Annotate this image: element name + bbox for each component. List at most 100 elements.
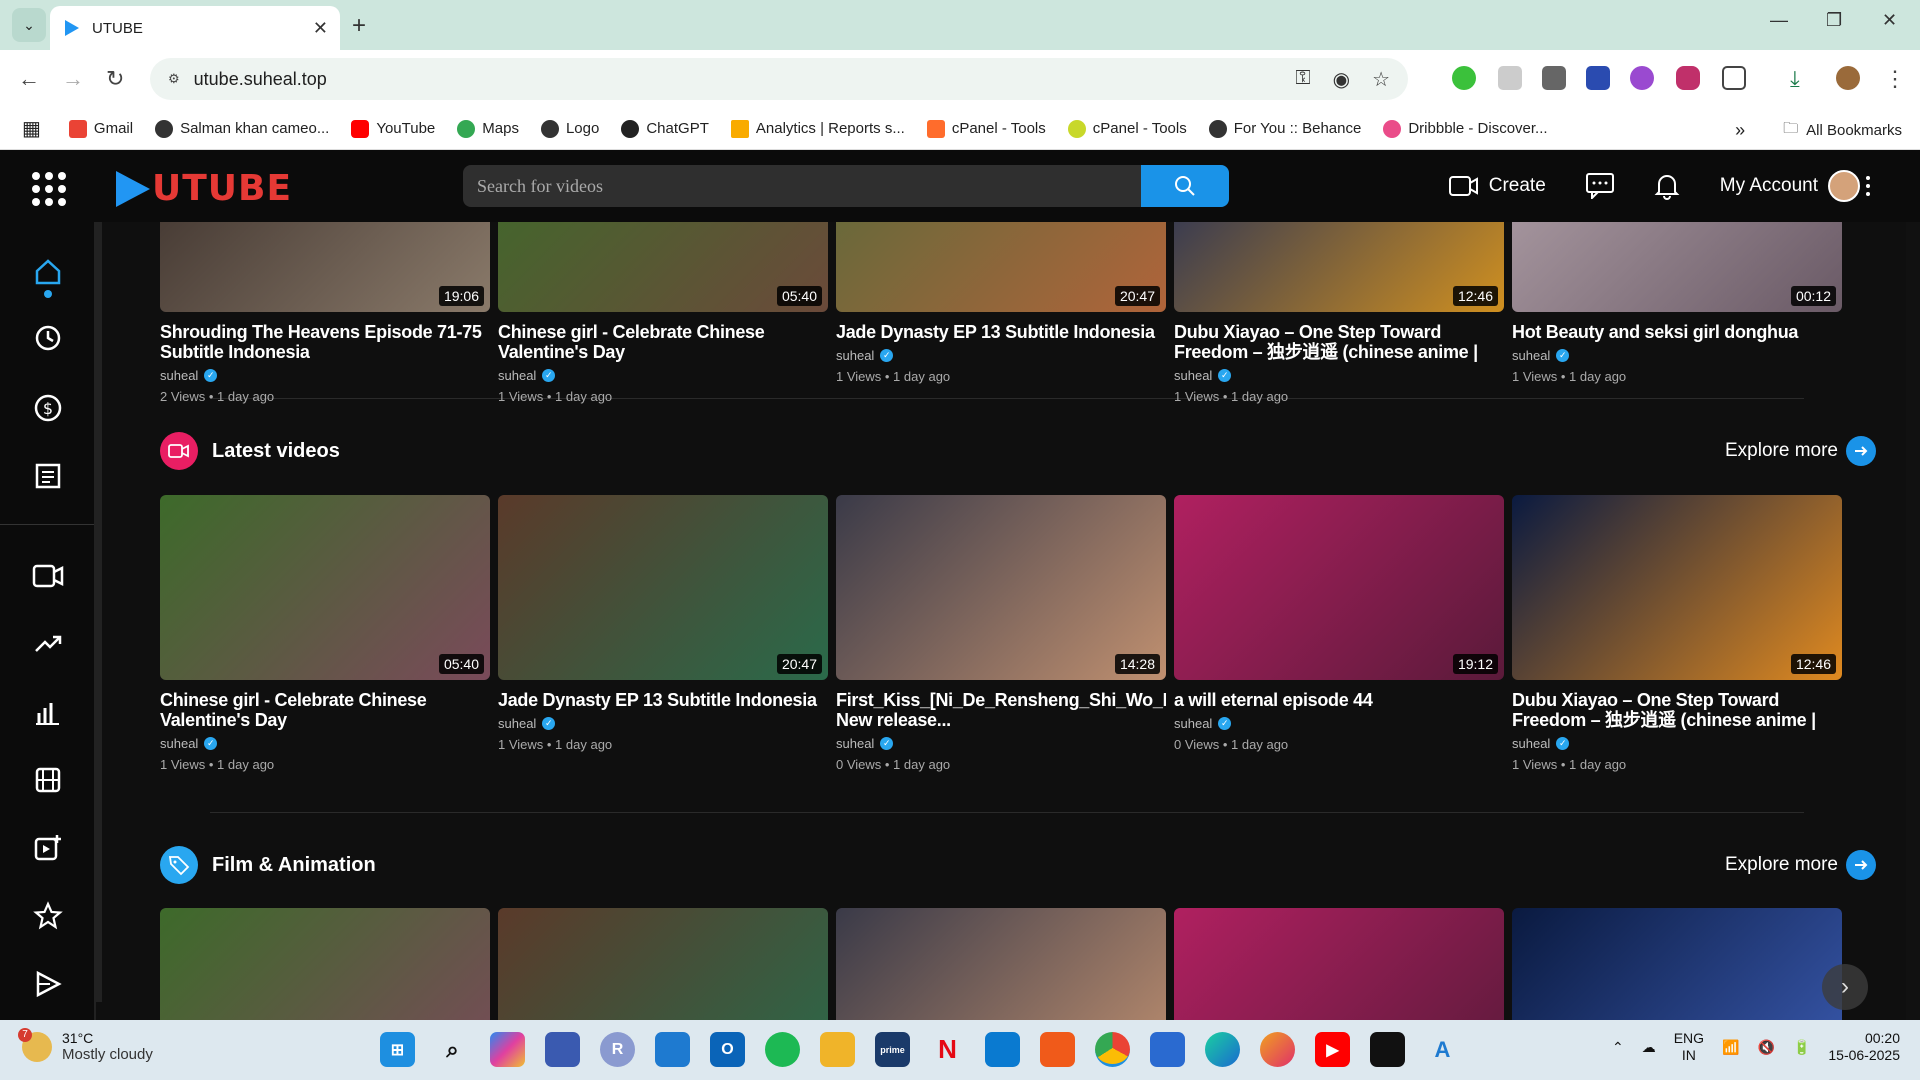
sidebar-item-playlist[interactable]: [28, 964, 68, 1004]
my-account-button[interactable]: My Account: [1720, 170, 1860, 202]
video-card[interactable]: 00:12 Hot Beauty and seksi girl donghua su…: [1512, 222, 1842, 384]
channel-name[interactable]: suheal ✓: [1512, 348, 1842, 363]
bookmark-dribbble[interactable]: Dribbble - Discover...: [1383, 119, 1548, 138]
extension-gray-icon[interactable]: [1498, 66, 1522, 90]
edge-icon[interactable]: [1205, 1032, 1240, 1067]
channel-name[interactable]: suheal ✓: [498, 716, 828, 731]
video-card[interactable]: 20:47 Jade Dynasty EP 13 Subtitle Indones…: [836, 222, 1166, 384]
sidebar-item-monetization[interactable]: $: [28, 388, 68, 428]
bookmark-analytics[interactable]: Analytics | Reports s...: [730, 119, 905, 138]
video-card[interactable]: [836, 908, 1166, 1020]
video-card[interactable]: 05:40 Chinese girl - Celebrate Chinese Va…: [160, 495, 490, 772]
video-title[interactable]: First_Kiss_[Ni_De_Rensheng_Shi_Wo_Lai_Ch…: [836, 690, 1166, 730]
sidebar-item-home[interactable]: [28, 252, 68, 292]
close-tab-icon[interactable]: ✕: [313, 18, 328, 39]
search-icon[interactable]: ⌕: [435, 1032, 470, 1067]
r-app-icon[interactable]: R: [600, 1032, 635, 1067]
reload-icon[interactable]: ↻: [106, 66, 124, 92]
firefox-icon[interactable]: [1260, 1032, 1295, 1067]
more-options-icon[interactable]: [1866, 176, 1870, 196]
youtube-app-icon[interactable]: ▶: [1315, 1032, 1350, 1067]
video-card[interactable]: 20:47 Jade Dynasty EP 13 Subtitle Indones…: [498, 495, 828, 752]
overflow-chevron-icon[interactable]: »: [1735, 120, 1745, 141]
video-card[interactable]: 14:28 First_Kiss_[Ni_De_Rensheng_Shi_Wo_L…: [836, 495, 1166, 772]
sidebar-item-history[interactable]: [28, 318, 68, 358]
video-thumbnail[interactable]: [160, 908, 490, 1020]
address-bar[interactable]: ⚙ utube.suheal.top ⚿ ◉ ☆: [150, 58, 1408, 100]
channel-name[interactable]: suheal ✓: [160, 368, 490, 383]
video-title[interactable]: Jade Dynasty EP 13 Subtitle Indonesia: [498, 690, 828, 710]
sidebar-item-videos[interactable]: [28, 556, 68, 596]
video-card[interactable]: [1174, 908, 1504, 1020]
extension-dark-icon[interactable]: [1542, 66, 1566, 90]
tray-chevron-icon[interactable]: ⌃: [1612, 1039, 1624, 1056]
search-button[interactable]: [1141, 165, 1229, 207]
video-thumbnail[interactable]: 19:06: [160, 222, 490, 312]
video-card[interactable]: [1512, 908, 1842, 1020]
video-thumbnail[interactable]: 12:46: [1512, 495, 1842, 680]
chrome-icon[interactable]: [1095, 1032, 1130, 1067]
all-bookmarks[interactable]: » 🗀 All Bookmarks: [1735, 118, 1902, 143]
prime-video-icon[interactable]: prime: [875, 1032, 910, 1067]
capcut-icon[interactable]: [1370, 1032, 1405, 1067]
create-button[interactable]: Create: [1448, 175, 1546, 197]
site-info-icon[interactable]: ⚙: [168, 71, 180, 87]
brave-icon[interactable]: [1040, 1032, 1075, 1067]
outlook-icon[interactable]: O: [710, 1032, 745, 1067]
video-title[interactable]: Shrouding The Heavens Episode 71-75 Subt…: [160, 322, 490, 362]
tab-search-button[interactable]: ⌄: [12, 8, 46, 42]
channel-name[interactable]: suheal ✓: [1512, 736, 1842, 751]
video-thumbnail[interactable]: 05:40: [498, 222, 828, 312]
spotify-icon[interactable]: [765, 1032, 800, 1067]
video-thumbnail[interactable]: 12:46: [1174, 222, 1504, 312]
bookmark-gmail[interactable]: Gmail: [68, 119, 133, 138]
browser-tab[interactable]: UTUBE ✕: [50, 6, 340, 50]
netflix-icon[interactable]: N: [930, 1032, 965, 1067]
video-thumbnail[interactable]: 20:47: [498, 495, 828, 680]
explore-more-film[interactable]: Explore more: [1725, 850, 1876, 880]
channel-name[interactable]: suheal ✓: [1174, 716, 1504, 731]
weather-widget[interactable]: 7 31°C Mostly cloudy: [18, 1027, 153, 1063]
minimize-icon[interactable]: —: [1770, 10, 1788, 31]
video-thumbnail[interactable]: 19:12: [1174, 495, 1504, 680]
video-thumbnail[interactable]: [1512, 908, 1842, 1020]
video-card[interactable]: 05:40 Chinese girl - Celebrate Chinese Va…: [498, 222, 828, 404]
video-title[interactable]: Hot Beauty and seksi girl donghua: [1512, 322, 1842, 342]
app-a-icon[interactable]: A: [1425, 1032, 1460, 1067]
video-title[interactable]: Chinese girl - Celebrate Chinese Valenti…: [498, 322, 828, 362]
bookmark-salman[interactable]: Salman khan cameo...: [155, 119, 329, 138]
channel-name[interactable]: suheal ✓: [836, 736, 1166, 751]
notification-bell-icon[interactable]: [1654, 172, 1680, 200]
windows-start-icon[interactable]: ⊞: [380, 1032, 415, 1067]
onedrive-icon[interactable]: ☁: [1642, 1039, 1656, 1056]
explore-more-latest[interactable]: Explore more: [1725, 436, 1876, 466]
downloads-icon[interactable]: ⤓: [1790, 66, 1800, 92]
video-card[interactable]: 19:12 a will eternal episode 44 suheal ✓ 0 V…: [1174, 495, 1504, 752]
remote-desktop-icon[interactable]: [655, 1032, 690, 1067]
close-window-icon[interactable]: ✕: [1882, 10, 1897, 31]
sidebar-item-add-video[interactable]: [28, 828, 68, 868]
site-logo[interactable]: UTUBE: [116, 168, 292, 209]
restore-icon[interactable]: ❐: [1826, 10, 1842, 31]
extension-purple-icon[interactable]: [1630, 66, 1654, 90]
vscode-icon[interactable]: [985, 1032, 1020, 1067]
extensions-puzzle-icon[interactable]: [1722, 66, 1746, 90]
file-explorer-icon[interactable]: [820, 1032, 855, 1067]
video-thumbnail[interactable]: 14:28: [836, 495, 1166, 680]
wifi-icon[interactable]: 📶: [1722, 1039, 1739, 1056]
clock[interactable]: 00:20 15-06-2025: [1828, 1030, 1900, 1064]
channel-name[interactable]: suheal ✓: [1174, 368, 1504, 383]
page-scrollbar[interactable]: [1906, 222, 1920, 1020]
bookmark-chatgpt[interactable]: ChatGPT: [621, 119, 709, 138]
video-title[interactable]: Chinese girl - Celebrate Chinese Valenti…: [160, 690, 490, 730]
video-thumbnail[interactable]: 05:40: [160, 495, 490, 680]
sidebar-item-trending[interactable]: [28, 624, 68, 664]
forward-icon[interactable]: →: [62, 66, 84, 92]
people-icon[interactable]: [545, 1032, 580, 1067]
video-title[interactable]: Dubu Xiayao – One Step Toward Freedom – …: [1512, 690, 1842, 730]
bookmark-logo[interactable]: Logo: [540, 119, 599, 138]
battery-icon[interactable]: 🔋: [1793, 1039, 1810, 1056]
eye-icon[interactable]: ◉: [1333, 67, 1350, 92]
channel-name[interactable]: suheal ✓: [160, 736, 490, 751]
apps-menu-icon[interactable]: [32, 172, 66, 206]
